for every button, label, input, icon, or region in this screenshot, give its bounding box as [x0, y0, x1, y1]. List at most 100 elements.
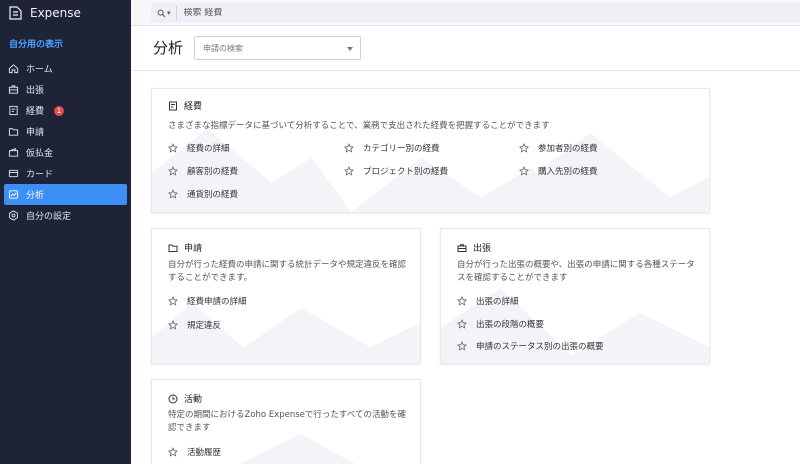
sidebar-item-cards[interactable]: カード — [0, 163, 131, 184]
global-search: ▾ — [151, 3, 800, 23]
sidebar-item-expenses[interactable]: 経費 1 — [0, 100, 131, 121]
star-outline-icon — [168, 447, 178, 457]
card-header: 出張 — [457, 241, 491, 254]
link-label: 出張の段階の概要 — [476, 320, 545, 330]
trip-stage-summary-link[interactable]: 出張の段階の概要 — [457, 318, 544, 330]
folder-icon — [168, 244, 178, 252]
star-outline-icon — [168, 166, 178, 176]
link-label: 規定違反 — [187, 321, 222, 331]
trip-analytics-card: 出張 自分が行った出張の概要や、出張の申請に関する各種ステータ スを確認すること… — [440, 228, 710, 364]
search-divider — [175, 6, 177, 20]
star-outline-icon — [168, 320, 178, 330]
star-outline-icon — [519, 143, 529, 153]
page-title: 分析 — [153, 39, 184, 57]
expenses-by-participant-link[interactable]: 参加者別の経費 — [519, 142, 598, 154]
sidebar-section-label: 自分用の表示 — [9, 40, 64, 50]
sidebar-item-label: カード — [26, 170, 54, 180]
caret-down-icon: ▾ — [167, 9, 171, 17]
card-description-line: 自分が行った経費の申請に関する統計データや規定違反を確認 — [168, 260, 407, 270]
link-label: 出張の詳細 — [476, 297, 519, 307]
expenses-by-category-link[interactable]: カテゴリー別の経費 — [344, 142, 440, 154]
card-title: 経費 — [184, 102, 203, 112]
card-title: 申請 — [184, 244, 203, 254]
home-icon — [8, 64, 19, 74]
card-description: 特定の期間におけるZoho Expenseで行ったすべての活動を確 認できます — [168, 409, 406, 435]
sidebar-item-advances[interactable]: 仮払金 — [0, 142, 131, 163]
sidebar-item-label: 申請 — [26, 128, 45, 138]
card-header: 経費 — [168, 99, 202, 112]
sidebar-item-label: 仮払金 — [26, 149, 54, 159]
settings-icon — [9, 210, 18, 221]
link-label: 経費申請の詳細 — [187, 297, 247, 307]
sidebar-nav: ホーム 出張 経費 1 申請 仮払金 カード 分析 自分の設定 — [0, 58, 131, 226]
sidebar-item-label: 自分の設定 — [26, 212, 72, 222]
link-label: カテゴリー別の経費 — [363, 144, 440, 154]
card-description: さまざまな指標データに基づいて分析することで、業務で支出された経費を把握すること… — [168, 121, 550, 131]
sidebar-item-trips[interactable]: 出張 — [0, 79, 131, 100]
select-placeholder: 申請の検索 — [203, 43, 243, 53]
sidebar-item-settings[interactable]: 自分の設定 — [0, 205, 131, 226]
sidebar-item-home[interactable]: ホーム — [0, 58, 131, 79]
header-divider — [131, 70, 800, 71]
briefcase-icon — [457, 243, 467, 252]
card-description: 自分が行った経費の申請に関する統計データや規定違反を確認 することができます。 — [168, 259, 406, 285]
card-description-line: 認できます — [168, 423, 211, 433]
card-title: 活動 — [184, 395, 203, 405]
star-outline-icon — [168, 296, 178, 306]
app-brand[interactable]: Expense — [0, 0, 131, 26]
link-label: 活動履歴 — [187, 448, 222, 458]
search-scope-button[interactable]: ▾ — [151, 9, 171, 18]
card-title: 出張 — [473, 244, 492, 254]
chevron-down-icon — [347, 47, 353, 51]
policy-violations-link[interactable]: 規定違反 — [168, 319, 221, 331]
app-name: Expense — [30, 6, 81, 20]
sidebar-item-label: 出張 — [26, 86, 45, 96]
report-search-select[interactable]: 申請の検索 — [194, 36, 361, 60]
report-details-link[interactable]: 経費申請の詳細 — [168, 295, 247, 307]
folder-icon — [8, 128, 19, 136]
star-outline-icon — [168, 189, 178, 199]
sidebar: Expense 自分用の表示 ホーム 出張 経費 1 申請 仮払金 カード 分析… — [0, 0, 131, 464]
link-label: 顧客別の経費 — [187, 167, 239, 177]
link-label: 経費の詳細 — [187, 144, 230, 154]
star-outline-icon — [168, 143, 178, 153]
star-outline-icon — [457, 341, 467, 351]
search-input[interactable] — [183, 8, 584, 18]
expenses-by-project-link[interactable]: プロジェクト別の経費 — [344, 165, 448, 177]
link-label: プロジェクト別の経費 — [363, 167, 449, 177]
analytics-icon — [8, 190, 19, 199]
card-description: 自分が行った出張の概要や、出張の申請に関する各種ステータ スを確認することができ… — [457, 259, 695, 285]
sidebar-item-reports[interactable]: 申請 — [0, 121, 131, 142]
card-icon — [8, 169, 19, 178]
trip-details-link[interactable]: 出張の詳細 — [457, 295, 519, 307]
star-outline-icon — [344, 166, 354, 176]
expenses-by-customer-link[interactable]: 顧客別の経費 — [168, 165, 238, 177]
activity-history-link[interactable]: 活動履歴 — [168, 446, 221, 458]
card-header: 活動 — [168, 392, 202, 405]
sidebar-item-label: 経費 — [26, 107, 45, 117]
card-description-line: 自分が行った出張の概要や、出張の申請に関する各種ステータ — [457, 260, 695, 270]
trips-by-status-link[interactable]: 申請のステータス別の出張の概要 — [457, 340, 604, 352]
activity-analytics-card: 活動 特定の期間におけるZoho Expenseで行ったすべての活動を確 認でき… — [151, 379, 421, 464]
expense-details-link[interactable]: 経費の詳細 — [168, 142, 230, 154]
card-header: 申請 — [168, 241, 202, 254]
link-label: 通貨別の経費 — [187, 190, 239, 200]
sidebar-item-analytics[interactable]: 分析 — [4, 184, 127, 205]
briefcase-icon — [8, 85, 19, 94]
expenses-by-currency-link[interactable]: 通貨別の経費 — [168, 188, 238, 200]
card-description-line: 特定の期間におけるZoho Expenseで行ったすべての活動を確 — [168, 410, 406, 420]
star-outline-icon — [457, 296, 467, 306]
expense-count-badge: 1 — [54, 105, 65, 116]
link-label: 参加者別の経費 — [538, 144, 598, 154]
link-label: 購入先別の経費 — [538, 167, 598, 177]
sidebar-item-label: ホーム — [26, 65, 53, 75]
receipt-icon — [169, 101, 177, 110]
star-outline-icon — [519, 166, 529, 176]
card-description-line: スを確認することができます — [457, 273, 568, 283]
card-description-line: することができます。 — [168, 273, 253, 283]
expense-analytics-card: 経費 さまざまな指標データに基づいて分析することで、業務で支出された経費を把握す… — [151, 88, 710, 213]
expense-logo-icon — [9, 6, 22, 20]
expenses-by-vendor-link[interactable]: 購入先別の経費 — [519, 165, 598, 177]
top-bar: ▾ — [131, 0, 800, 26]
star-outline-icon — [457, 319, 467, 329]
